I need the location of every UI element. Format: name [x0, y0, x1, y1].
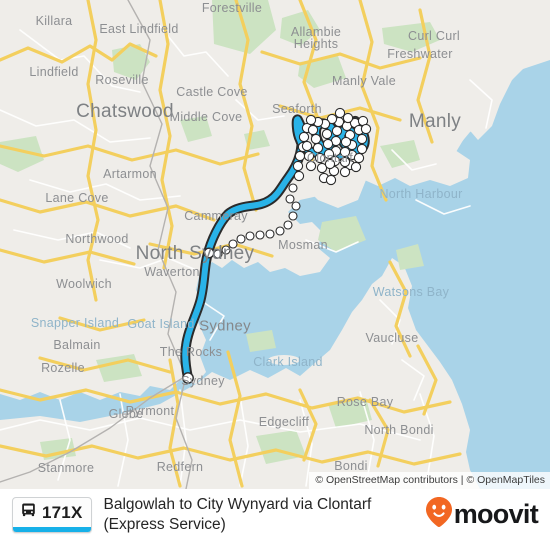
map-attribution[interactable]: © OpenStreetMap contributors | © OpenMap…: [309, 472, 550, 489]
moovit-logo[interactable]: moovit: [425, 497, 539, 532]
route-badge[interactable]: 171X: [12, 496, 92, 533]
route-headsign-line1: Balgowlah to City Wynyard via Clontarf: [103, 496, 372, 514]
moovit-pin-icon: [425, 497, 452, 532]
route-footer-bar: 171X Balgowlah to City Wynyard via Clont…: [0, 489, 550, 540]
route-map-screen: Killara East Lindfield Forestville Allambie…: [0, 0, 550, 540]
moovit-wordmark: moovit: [453, 499, 539, 529]
route-number-label: 171X: [42, 503, 83, 522]
map-vector-layer: [0, 0, 550, 489]
route-headsign-line2: (Express Service): [103, 515, 226, 533]
route-color-bar: [13, 526, 91, 532]
route-terminus-marker: [182, 372, 194, 384]
map-canvas[interactable]: Killara East Lindfield Forestville Allambie…: [0, 0, 550, 490]
route-badge-content: 171X: [13, 498, 91, 527]
bus-icon: [20, 502, 37, 524]
route-headsign: Balgowlah to City Wynyard via Clontarf (…: [104, 495, 426, 534]
